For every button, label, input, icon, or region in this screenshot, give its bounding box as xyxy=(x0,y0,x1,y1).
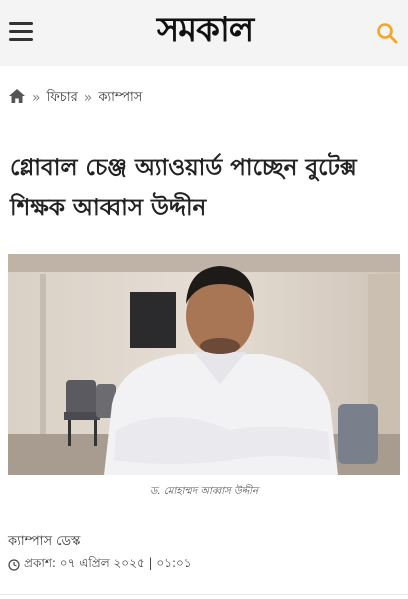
breadcrumb-item-feature[interactable]: ফিচার xyxy=(47,88,78,109)
chevron-double-icon: » xyxy=(32,90,41,106)
publish-date: প্রকাশ: ০৭ এপ্রিল ২০২৫ | ০১:০১ xyxy=(24,556,192,570)
article-title: গ্লোবাল চেঞ্জ অ্যাওয়ার্ড পাচ্ছেন বুটেক্… xyxy=(10,155,357,221)
photo-caption: ড. মোহাম্মদ আব্বাস উদ্দীন xyxy=(150,486,258,497)
divider xyxy=(0,594,408,595)
clock-icon xyxy=(8,559,20,571)
site-header: সমকাল xyxy=(0,0,408,66)
hamburger-icon[interactable] xyxy=(9,22,33,42)
breadcrumb: » ফিচার » ক্যাম্পাস xyxy=(8,88,142,108)
search-icon[interactable] xyxy=(376,22,398,44)
article-author[interactable]: ক্যাম্পাস ডেস্ক xyxy=(8,532,80,553)
article-photo xyxy=(8,254,400,475)
chevron-double-icon: » xyxy=(83,90,93,106)
site-logo[interactable]: সমকাল xyxy=(100,8,310,56)
breadcrumb-item-campus[interactable]: ক্যাম্পাস xyxy=(98,88,142,109)
home-icon[interactable] xyxy=(8,88,26,108)
publish-info: প্রকাশ: ০৭ এপ্রিল ২০২৫ | ০১:০১ xyxy=(8,555,192,575)
